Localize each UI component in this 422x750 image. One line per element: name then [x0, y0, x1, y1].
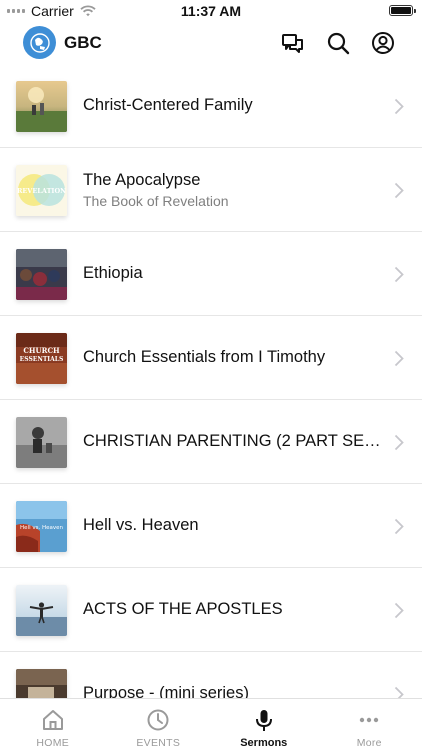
sermon-list[interactable]: Christ-Centered Family REVELATION The Ap… [0, 64, 422, 698]
sermon-thumbnail: Hell vs. Heaven [16, 501, 67, 552]
list-item[interactable]: Christ-Centered Family [0, 64, 422, 148]
list-item-text: Ethiopia [83, 232, 382, 315]
sermon-title: Christ-Centered Family [83, 96, 253, 114]
sermon-title: CHRISTIAN PARENTING (2 PART SERI... [83, 432, 382, 450]
sermon-title: Ethiopia [83, 264, 143, 282]
app-title: GBC [64, 33, 102, 52]
home-icon [42, 710, 63, 730]
sermon-thumbnail [16, 81, 67, 132]
sermon-thumbnail: REVELATION [16, 165, 67, 216]
list-item-text: CHRISTIAN PARENTING (2 PART SERI... [83, 400, 382, 483]
list-item[interactable]: CHRISTIAN PARENTING (2 PART SERI... [0, 400, 422, 484]
chevron-right-icon [394, 350, 404, 367]
tab-more[interactable]: More [317, 699, 422, 750]
list-item-text: The Apocalypse The Book of Revelation [83, 148, 382, 231]
chevron-right-icon [394, 602, 404, 619]
profile-icon[interactable] [370, 30, 396, 56]
status-bar: Carrier 11:37 AM [0, 0, 422, 22]
chevron-right-icon [394, 518, 404, 535]
thumb-text: REVELATION [17, 187, 66, 195]
list-item-text: Church Essentials from I Timothy [83, 316, 382, 399]
list-item[interactable]: CHURCH ESSENTIALS Church Essentials from… [0, 316, 422, 400]
chat-icon[interactable] [280, 30, 306, 56]
list-item[interactable]: Purpose - (mini series) [0, 652, 422, 698]
list-item[interactable]: Hell vs. Heaven Hell vs. Heaven [0, 484, 422, 568]
thumb-text: CHURCH [23, 346, 60, 355]
sermon-thumbnail: CHURCH ESSENTIALS [16, 333, 67, 384]
tab-label: Sermons [240, 737, 288, 749]
battery-icon [389, 5, 416, 16]
chevron-right-icon [394, 98, 404, 115]
search-icon[interactable] [325, 30, 351, 56]
chevron-right-icon [394, 434, 404, 451]
list-item-text: Christ-Centered Family [83, 64, 382, 147]
status-time: 11:37 AM [180, 3, 242, 19]
chevron-right-icon [394, 266, 404, 283]
list-item[interactable]: Ethiopia [0, 232, 422, 316]
sermon-thumbnail [16, 669, 67, 698]
list-item-text: ACTS OF THE APOSTLES [83, 568, 382, 651]
tab-label: HOME [36, 737, 70, 749]
more-icon [360, 717, 379, 723]
church-logo[interactable] [23, 26, 56, 59]
tab-label: More [356, 737, 382, 749]
microphone-icon [255, 710, 272, 731]
list-item[interactable]: REVELATION The Apocalypse The Book of Re… [0, 148, 422, 232]
sermon-title: Purpose - (mini series) [83, 684, 249, 698]
logo-icon [29, 32, 50, 53]
tab-home[interactable]: HOME [0, 699, 106, 750]
list-item[interactable]: ACTS OF THE APOSTLES [0, 568, 422, 652]
tab-bar: HOME EVENTS Sermons More [0, 698, 422, 750]
sermon-subtitle: The Book of Revelation [83, 192, 229, 209]
sermon-thumbnail [16, 249, 67, 300]
thumb-text: Hell vs. Heaven [20, 525, 63, 531]
sermon-title: Church Essentials from I Timothy [83, 348, 326, 366]
tab-label: EVENTS [136, 737, 181, 749]
sermon-thumbnail [16, 417, 67, 468]
chevron-right-icon [394, 686, 404, 698]
chevron-right-icon [394, 182, 404, 199]
app-header: GBC [0, 22, 422, 64]
sermon-title: The Apocalypse [83, 170, 201, 189]
list-item-text: Purpose - (mini series) [83, 652, 382, 698]
tab-events[interactable]: EVENTS [106, 699, 212, 750]
sermon-title: Hell vs. Heaven [83, 516, 199, 534]
list-item-text: Hell vs. Heaven [83, 484, 382, 567]
sermon-thumbnail [16, 585, 67, 636]
sermon-title: ACTS OF THE APOSTLES [83, 600, 283, 618]
clock-icon [147, 709, 169, 731]
thumb-text: ESSENTIALS [20, 356, 64, 363]
tab-sermons[interactable]: Sermons [211, 699, 317, 750]
